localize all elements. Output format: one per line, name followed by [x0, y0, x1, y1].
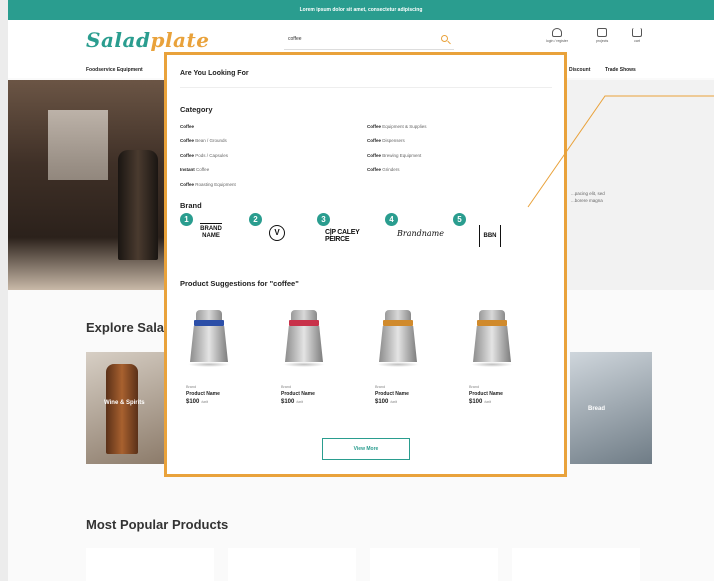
login-register-link[interactable]: login / register: [546, 28, 568, 43]
product-name[interactable]: Product Name: [186, 391, 220, 397]
product-name[interactable]: Product Name: [375, 391, 409, 397]
brand-logo-v: V: [269, 225, 285, 241]
brand-option[interactable]: 1 BRAND NAME: [180, 213, 250, 258]
brand-logo-bbn: BBN: [479, 225, 501, 247]
category-card-wine[interactable]: Wine & Spirits: [86, 352, 166, 464]
brand-number-badge: 3: [317, 213, 330, 226]
search-value: coffee: [288, 36, 302, 42]
coffee-capsule-image: [467, 310, 517, 370]
hero-window: [48, 110, 108, 180]
popular-product-card[interactable]: [228, 548, 356, 581]
user-icon: [551, 28, 562, 37]
category-heading: Category: [180, 105, 213, 114]
hero-image: [8, 80, 188, 290]
category-link[interactable]: Coffee Bean / Grounds: [180, 138, 227, 143]
dropdown-title: Are You Looking For: [180, 70, 249, 77]
product-suggestions-heading: Product Suggestions for "coffee": [180, 279, 299, 288]
wine-bottle-image: [106, 364, 138, 454]
product-name[interactable]: Product Name: [281, 391, 315, 397]
coffee-capsule-image: [373, 310, 423, 370]
hero-text-line2: ...borere magna: [571, 198, 603, 203]
brand-option[interactable]: 2 V: [249, 213, 319, 258]
product-suggestion-card[interactable]: Brand Product Name $100/unit: [457, 310, 527, 420]
brand-option[interactable]: 4 Brandname: [385, 213, 455, 258]
search-icon[interactable]: [441, 35, 448, 42]
product-price: $100/unit: [186, 399, 208, 405]
product-suggestion-card[interactable]: Brand Product Name $100/unit: [174, 310, 244, 420]
brand-number-badge: 1: [180, 213, 193, 226]
category-link[interactable]: Coffee Dispensers: [367, 138, 405, 143]
category-link[interactable]: Coffee Pods / Capsules: [180, 153, 228, 158]
brand-number-badge: 4: [385, 213, 398, 226]
brand-number-badge: 5: [453, 213, 466, 226]
category-card-wine-label: Wine & Spirits: [104, 400, 145, 406]
category-link[interactable]: Coffee Roasting Equipment: [180, 182, 236, 187]
nav-item-discount[interactable]: Discount: [569, 67, 590, 73]
popular-product-card[interactable]: [370, 548, 498, 581]
nav-item-foodservice-equipment[interactable]: Foodservice Equipment: [86, 67, 143, 73]
coffee-capsule-image: [279, 310, 329, 370]
hero-text-line1: ...pacing elit, sed: [571, 191, 605, 196]
search-input[interactable]: coffee: [284, 30, 454, 50]
category-card-bread-label: Bread: [588, 406, 606, 412]
explore-title: Explore Sala: [86, 320, 165, 335]
brand-logo-caley-peirce: C|P CALEY PEIRCE: [325, 229, 360, 243]
brand-logo-brandname: Brandname: [397, 229, 444, 238]
cart-icon: [632, 28, 642, 37]
nav-item-trade-shows[interactable]: Trade Shows: [605, 67, 636, 73]
popular-product-card[interactable]: [512, 548, 640, 581]
brand-heading: Brand: [180, 201, 202, 210]
cart-link[interactable]: cart: [632, 28, 642, 43]
category-link[interactable]: Coffee Equipment & Supplies: [367, 124, 427, 129]
product-suggestion-card[interactable]: Brand Product Name $100/unit: [363, 310, 433, 420]
dropdown-divider: [180, 87, 552, 88]
site-logo[interactable]: Saladplate: [86, 28, 209, 52]
brand-option[interactable]: 5 BBN: [453, 213, 523, 258]
popular-product-card[interactable]: [86, 548, 214, 581]
cart-label: cart: [634, 39, 640, 43]
projects-label: projects: [596, 39, 609, 43]
brand-option[interactable]: 3 C|P CALEY PEIRCE: [317, 213, 387, 258]
announcement-bar: Lorem ipsum dolor sit amet, consectetur …: [8, 0, 714, 20]
popular-products-title: Most Popular Products: [86, 517, 229, 532]
category-card-bread[interactable]: Bread: [570, 352, 652, 464]
brand-logo-brand-name: BRAND NAME: [200, 223, 222, 240]
search-suggestions-dropdown: Are You Looking For Category Coffee Coff…: [164, 52, 567, 477]
brand-number-badge: 2: [249, 213, 262, 226]
logo-accent-text: plate: [150, 28, 210, 52]
category-link[interactable]: Coffee Brewing Equipment: [367, 153, 421, 158]
product-brand: Brand: [281, 385, 292, 389]
folder-icon: [597, 28, 608, 37]
category-link[interactable]: Instant Coffee: [180, 167, 209, 172]
login-register-label: login / register: [546, 39, 568, 43]
category-link[interactable]: Coffee Grinders: [367, 167, 400, 172]
projects-link[interactable]: projects: [596, 28, 608, 43]
product-brand: Brand: [186, 385, 197, 389]
product-price: $100/unit: [375, 399, 397, 405]
category-link[interactable]: Coffee: [180, 124, 194, 129]
product-price: $100/unit: [469, 399, 491, 405]
product-brand: Brand: [375, 385, 386, 389]
coffee-capsule-image: [184, 310, 234, 370]
product-name[interactable]: Product Name: [469, 391, 503, 397]
logo-main-text: Salad: [86, 28, 151, 52]
view-more-button[interactable]: View More: [322, 438, 410, 460]
hero-bottle: [118, 150, 158, 260]
product-suggestion-card[interactable]: Brand Product Name $100/unit: [269, 310, 339, 420]
product-brand: Brand: [469, 385, 480, 389]
hero-text: ...pacing elit, sed ...borere magna: [571, 190, 605, 204]
product-price: $100/unit: [281, 399, 303, 405]
